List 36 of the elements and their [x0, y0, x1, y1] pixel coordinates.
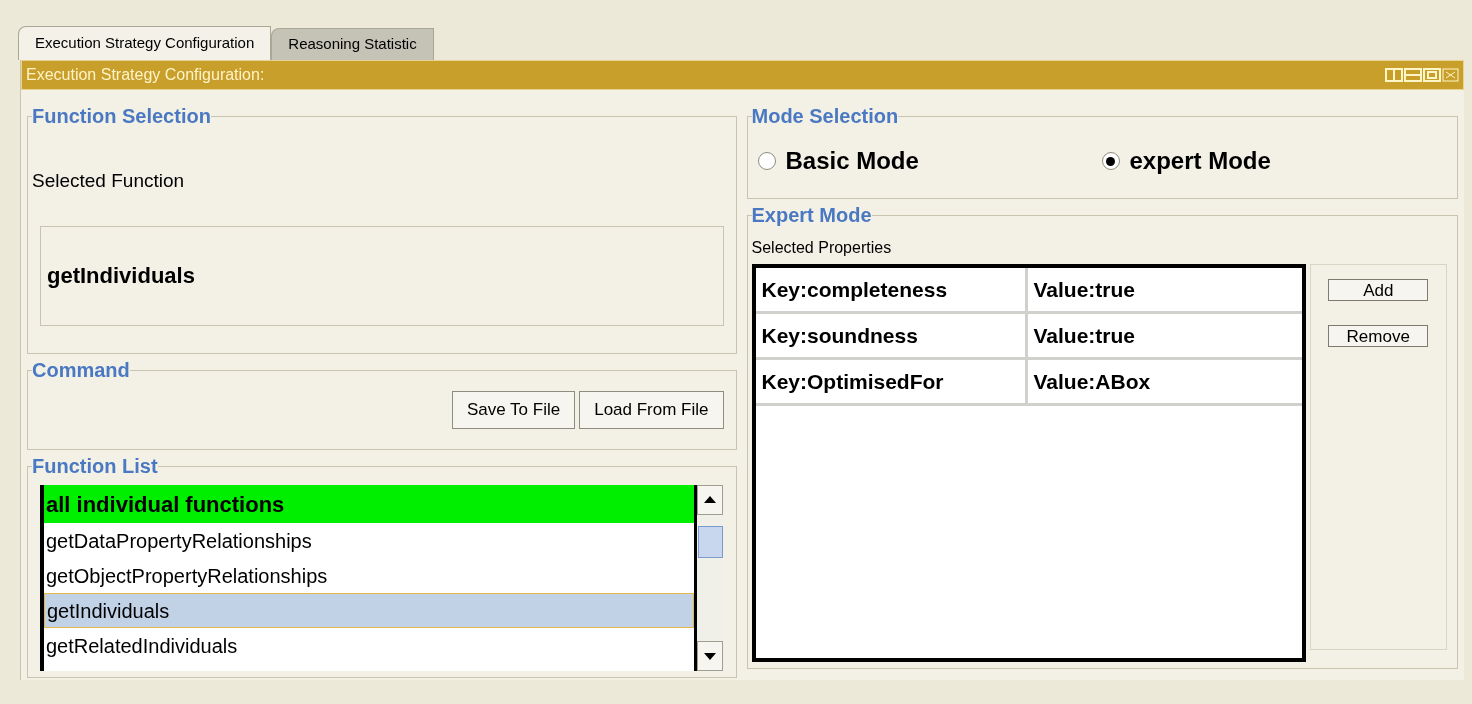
table-cell: Key:soundness	[755, 314, 1028, 357]
selected-function-box: getIndividuals	[40, 225, 724, 326]
command-button[interactable]: Load From File	[579, 391, 724, 429]
function-list-item[interactable]: getObjectPropertyRelationships	[44, 558, 694, 593]
table-cell: Key:OptimisedFor	[755, 360, 1028, 403]
group-title: Mode Selection	[751, 104, 899, 129]
function-list-item[interactable]: getIndividuals	[44, 593, 694, 628]
command-button[interactable]: Save To File	[451, 391, 576, 429]
function-list-item[interactable]: getRelatedIndividuals	[44, 628, 694, 663]
group-title: Function Selection	[32, 104, 211, 129]
scroll-up-icon[interactable]	[696, 485, 723, 515]
function-list-item[interactable]: all individual functions	[44, 485, 694, 523]
table-cell-text: Value:true	[1032, 276, 1137, 303]
group-title: Command	[32, 358, 130, 383]
selected-function-label: Selected Function	[32, 169, 186, 193]
table-cell-text: Value:true	[1032, 322, 1137, 349]
scrollbar-thumb[interactable]	[697, 526, 723, 559]
table-cell: Key:completeness	[755, 268, 1028, 311]
panel-title: Execution Strategy Configuration:	[26, 65, 265, 85]
tab[interactable]: Reasoning Statistic	[271, 28, 434, 60]
radio-button[interactable]	[1101, 152, 1120, 170]
scrollbar[interactable]	[693, 485, 724, 671]
table-cell-text: Value:ABox	[1032, 368, 1152, 395]
radio-label: expert Mode	[1129, 146, 1271, 176]
property-button[interactable]: Add	[1328, 279, 1429, 301]
scroll-down-icon[interactable]	[696, 641, 723, 671]
radio-button[interactable]	[757, 152, 776, 170]
function-list-item[interactable]: getDataPropertyRelationships	[44, 523, 694, 558]
property-button[interactable]: Remove	[1328, 325, 1429, 347]
group-title: Function List	[32, 454, 158, 479]
group-title: Expert Mode	[751, 203, 872, 228]
mode-radio-option[interactable]: Basic Mode	[757, 143, 1102, 179]
mode-radio-option[interactable]: expert Mode	[1101, 143, 1271, 179]
radio-label: Basic Mode	[785, 146, 919, 176]
tab[interactable]: Execution Strategy Configuration	[18, 26, 272, 60]
selected-properties-label: Selected Properties	[751, 238, 893, 258]
